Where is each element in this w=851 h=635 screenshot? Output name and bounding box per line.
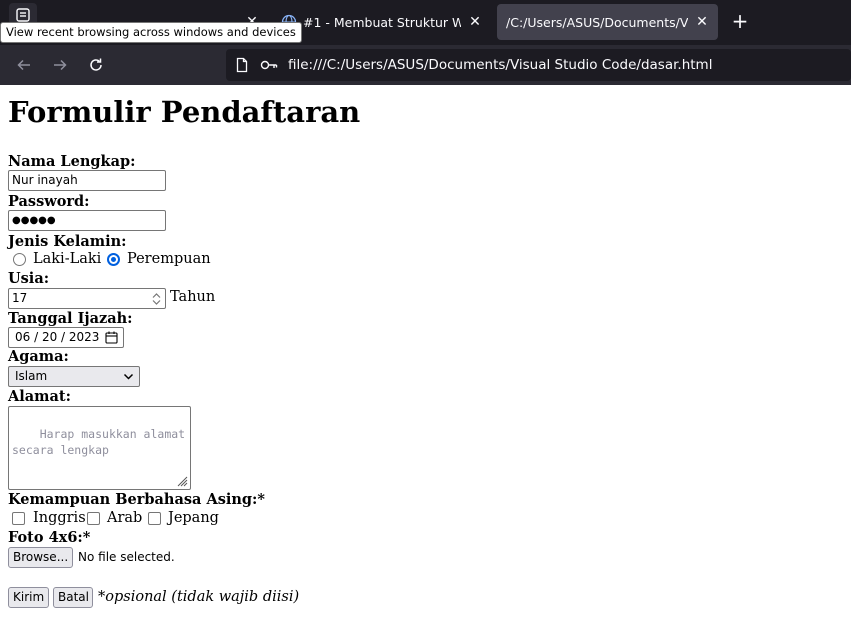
nama-label: Nama Lengkap:: [8, 153, 136, 170]
reload-icon: [90, 58, 102, 71]
foto-label: Foto 4x6:*: [8, 529, 91, 546]
tab-3-active[interactable]: /C:/Users/ASUS/Documents/Visual Studio C…: [497, 4, 718, 40]
date-value: 06 / 20 / 2023: [15, 330, 100, 344]
url-text: file:///C:/Users/ASUS/Documents/Visual S…: [288, 57, 713, 73]
chevron-down-icon: [123, 373, 134, 380]
reset-button[interactable]: Batal: [53, 587, 93, 608]
alamat-placeholder: Harap masukkan alamat secara lengkap: [12, 427, 186, 457]
key-icon[interactable]: [260, 57, 278, 73]
checkbox-label-inggris: Inggris: [33, 510, 86, 526]
arrow-left-icon: [17, 59, 30, 71]
gender-label: Jenis Kelamin:: [8, 233, 127, 250]
close-icon[interactable]: ✕: [467, 14, 483, 30]
page-content: Formulir Pendaftaran Nama Lengkap: Nur i…: [0, 85, 851, 635]
usia-value: 17: [12, 291, 28, 305]
checkbox-inggris[interactable]: [12, 512, 25, 525]
tanggal-label: Tanggal Ijazah:: [8, 310, 133, 327]
optional-note: *opsional (tidak wajib diisi): [98, 589, 300, 605]
page-title: Formulir Pendaftaran: [8, 95, 361, 129]
forward-button[interactable]: [47, 52, 73, 78]
radio-label-laki-laki: Laki-Laki: [33, 251, 102, 267]
nama-input[interactable]: Nur inayah: [8, 170, 166, 191]
password-label: Password:: [8, 193, 90, 210]
checkbox-arab[interactable]: [87, 512, 100, 525]
browse-button[interactable]: Browse...: [8, 547, 73, 568]
tabs-list-icon: [16, 8, 30, 22]
arrow-right-icon: [54, 59, 67, 71]
back-button[interactable]: [11, 52, 37, 78]
radio-label-perempuan: Perempuan: [127, 251, 211, 267]
page-icon: [236, 57, 248, 73]
usia-label: Usia:: [8, 270, 50, 287]
agama-value: Islam: [15, 369, 48, 383]
usia-input[interactable]: 17: [8, 288, 166, 309]
checkbox-label-jepang: Jepang: [168, 510, 219, 526]
tab-title: #1 - Membuat Struktur Web dengan HTML: [303, 14, 461, 30]
navigation-bar: file:///C:/Users/ASUS/Documents/Visual S…: [0, 45, 851, 85]
date-input[interactable]: 06 / 20 / 2023: [8, 327, 124, 348]
calendar-icon[interactable]: [105, 331, 118, 344]
spinner-icon[interactable]: [151, 291, 162, 307]
new-tab-button[interactable]: +: [727, 8, 753, 34]
close-icon[interactable]: ✕: [694, 14, 710, 30]
tab-title: /C:/Users/ASUS/Documents/Visual Studio C…: [506, 14, 688, 30]
url-bar[interactable]: file:///C:/Users/ASUS/Documents/Visual S…: [226, 49, 851, 81]
reload-button[interactable]: [83, 52, 109, 78]
agama-label: Agama:: [8, 348, 69, 365]
tooltip: View recent browsing across windows and …: [0, 22, 302, 43]
submit-button[interactable]: Kirim: [8, 587, 49, 608]
tab-bar: ✕ #1 - Membuat Struktur Web dengan HTML …: [0, 0, 851, 45]
agama-select[interactable]: Islam: [8, 366, 140, 387]
alamat-label: Alamat:: [8, 388, 71, 405]
usia-suffix: Tahun: [170, 289, 216, 305]
tab-2[interactable]: #1 - Membuat Struktur Web dengan HTML ✕: [273, 4, 491, 40]
bahasa-label: Kemampuan Berbahasa Asing:*: [8, 491, 265, 508]
alamat-textarea[interactable]: Harap masukkan alamat secara lengkap: [8, 406, 191, 490]
checkbox-jepang[interactable]: [148, 512, 161, 525]
password-input[interactable]: ●●●●●: [8, 210, 166, 231]
resize-grip-icon[interactable]: [177, 476, 188, 487]
radio-laki-laki[interactable]: [13, 253, 26, 266]
radio-perempuan[interactable]: [107, 253, 120, 266]
checkbox-label-arab: Arab: [107, 510, 143, 526]
file-status: No file selected.: [78, 550, 175, 564]
